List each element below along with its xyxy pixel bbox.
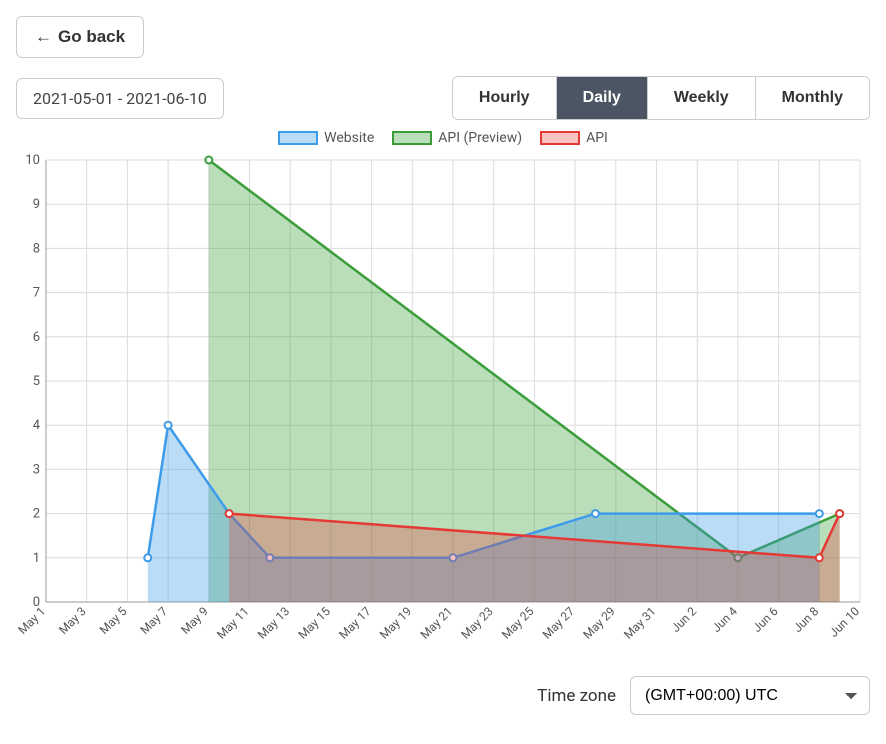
svg-text:8: 8: [33, 241, 40, 256]
svg-text:5: 5: [33, 374, 40, 389]
legend-swatch-api: [540, 131, 580, 145]
timezone-label: Time zone: [537, 686, 616, 706]
svg-text:May 29: May 29: [580, 604, 618, 642]
svg-text:May 3: May 3: [56, 604, 89, 637]
go-back-label: Go back: [58, 27, 125, 47]
chart-svg: 012345678910May 1May 3May 5May 7May 9May…: [16, 152, 870, 662]
date-range-picker[interactable]: 2021-05-01 - 2021-06-10: [16, 78, 224, 119]
legend-swatch-website: [278, 131, 318, 145]
svg-text:May 1: May 1: [16, 604, 48, 637]
legend-label-website: Website: [324, 130, 374, 146]
svg-text:May 15: May 15: [296, 604, 334, 642]
svg-text:Jun 2: Jun 2: [668, 604, 699, 635]
svg-text:9: 9: [33, 197, 40, 212]
chart-container: Website API (Preview) API 012345678910Ma…: [16, 130, 870, 662]
legend-item-api-preview[interactable]: API (Preview): [392, 130, 522, 146]
svg-text:3: 3: [33, 462, 40, 477]
legend-label-api-preview: API (Preview): [438, 130, 522, 146]
svg-text:Jun 4: Jun 4: [709, 604, 740, 635]
svg-text:May 17: May 17: [336, 604, 374, 642]
granularity-monthly[interactable]: Monthly: [756, 77, 869, 119]
legend-swatch-api-preview: [392, 131, 432, 145]
svg-text:May 19: May 19: [377, 604, 415, 642]
svg-text:2: 2: [33, 507, 40, 522]
legend-item-api[interactable]: API: [540, 130, 608, 146]
timezone-select[interactable]: (GMT+00:00) UTC: [630, 676, 870, 715]
svg-text:May 27: May 27: [540, 604, 578, 642]
chart-legend: Website API (Preview) API: [16, 130, 870, 146]
granularity-hourly[interactable]: Hourly: [453, 77, 557, 119]
svg-text:May 7: May 7: [137, 604, 170, 637]
svg-text:Jun 10: Jun 10: [827, 604, 863, 640]
svg-text:7: 7: [33, 286, 40, 301]
svg-text:Jun 8: Jun 8: [791, 604, 822, 635]
go-back-button[interactable]: ← Go back: [16, 16, 144, 58]
svg-text:May 21: May 21: [418, 604, 456, 642]
svg-text:1: 1: [33, 551, 40, 566]
granularity-toggle: Hourly Daily Weekly Monthly: [452, 76, 870, 120]
svg-text:May 31: May 31: [621, 604, 659, 642]
svg-text:10: 10: [25, 153, 40, 168]
svg-text:May 5: May 5: [97, 604, 130, 637]
svg-text:May 11: May 11: [214, 604, 252, 642]
arrow-left-icon: ←: [35, 27, 52, 47]
date-range-label: 2021-05-01 - 2021-06-10: [33, 89, 207, 108]
svg-text:4: 4: [33, 418, 41, 433]
legend-item-website[interactable]: Website: [278, 130, 374, 146]
svg-text:May 9: May 9: [178, 604, 211, 637]
svg-text:May 25: May 25: [499, 604, 537, 642]
legend-label-api: API: [586, 130, 608, 146]
svg-text:May 23: May 23: [458, 604, 496, 642]
svg-text:Jun 6: Jun 6: [750, 604, 781, 635]
granularity-weekly[interactable]: Weekly: [648, 77, 756, 119]
svg-text:6: 6: [33, 330, 40, 345]
granularity-daily[interactable]: Daily: [557, 77, 648, 119]
svg-text:May 13: May 13: [255, 604, 293, 642]
